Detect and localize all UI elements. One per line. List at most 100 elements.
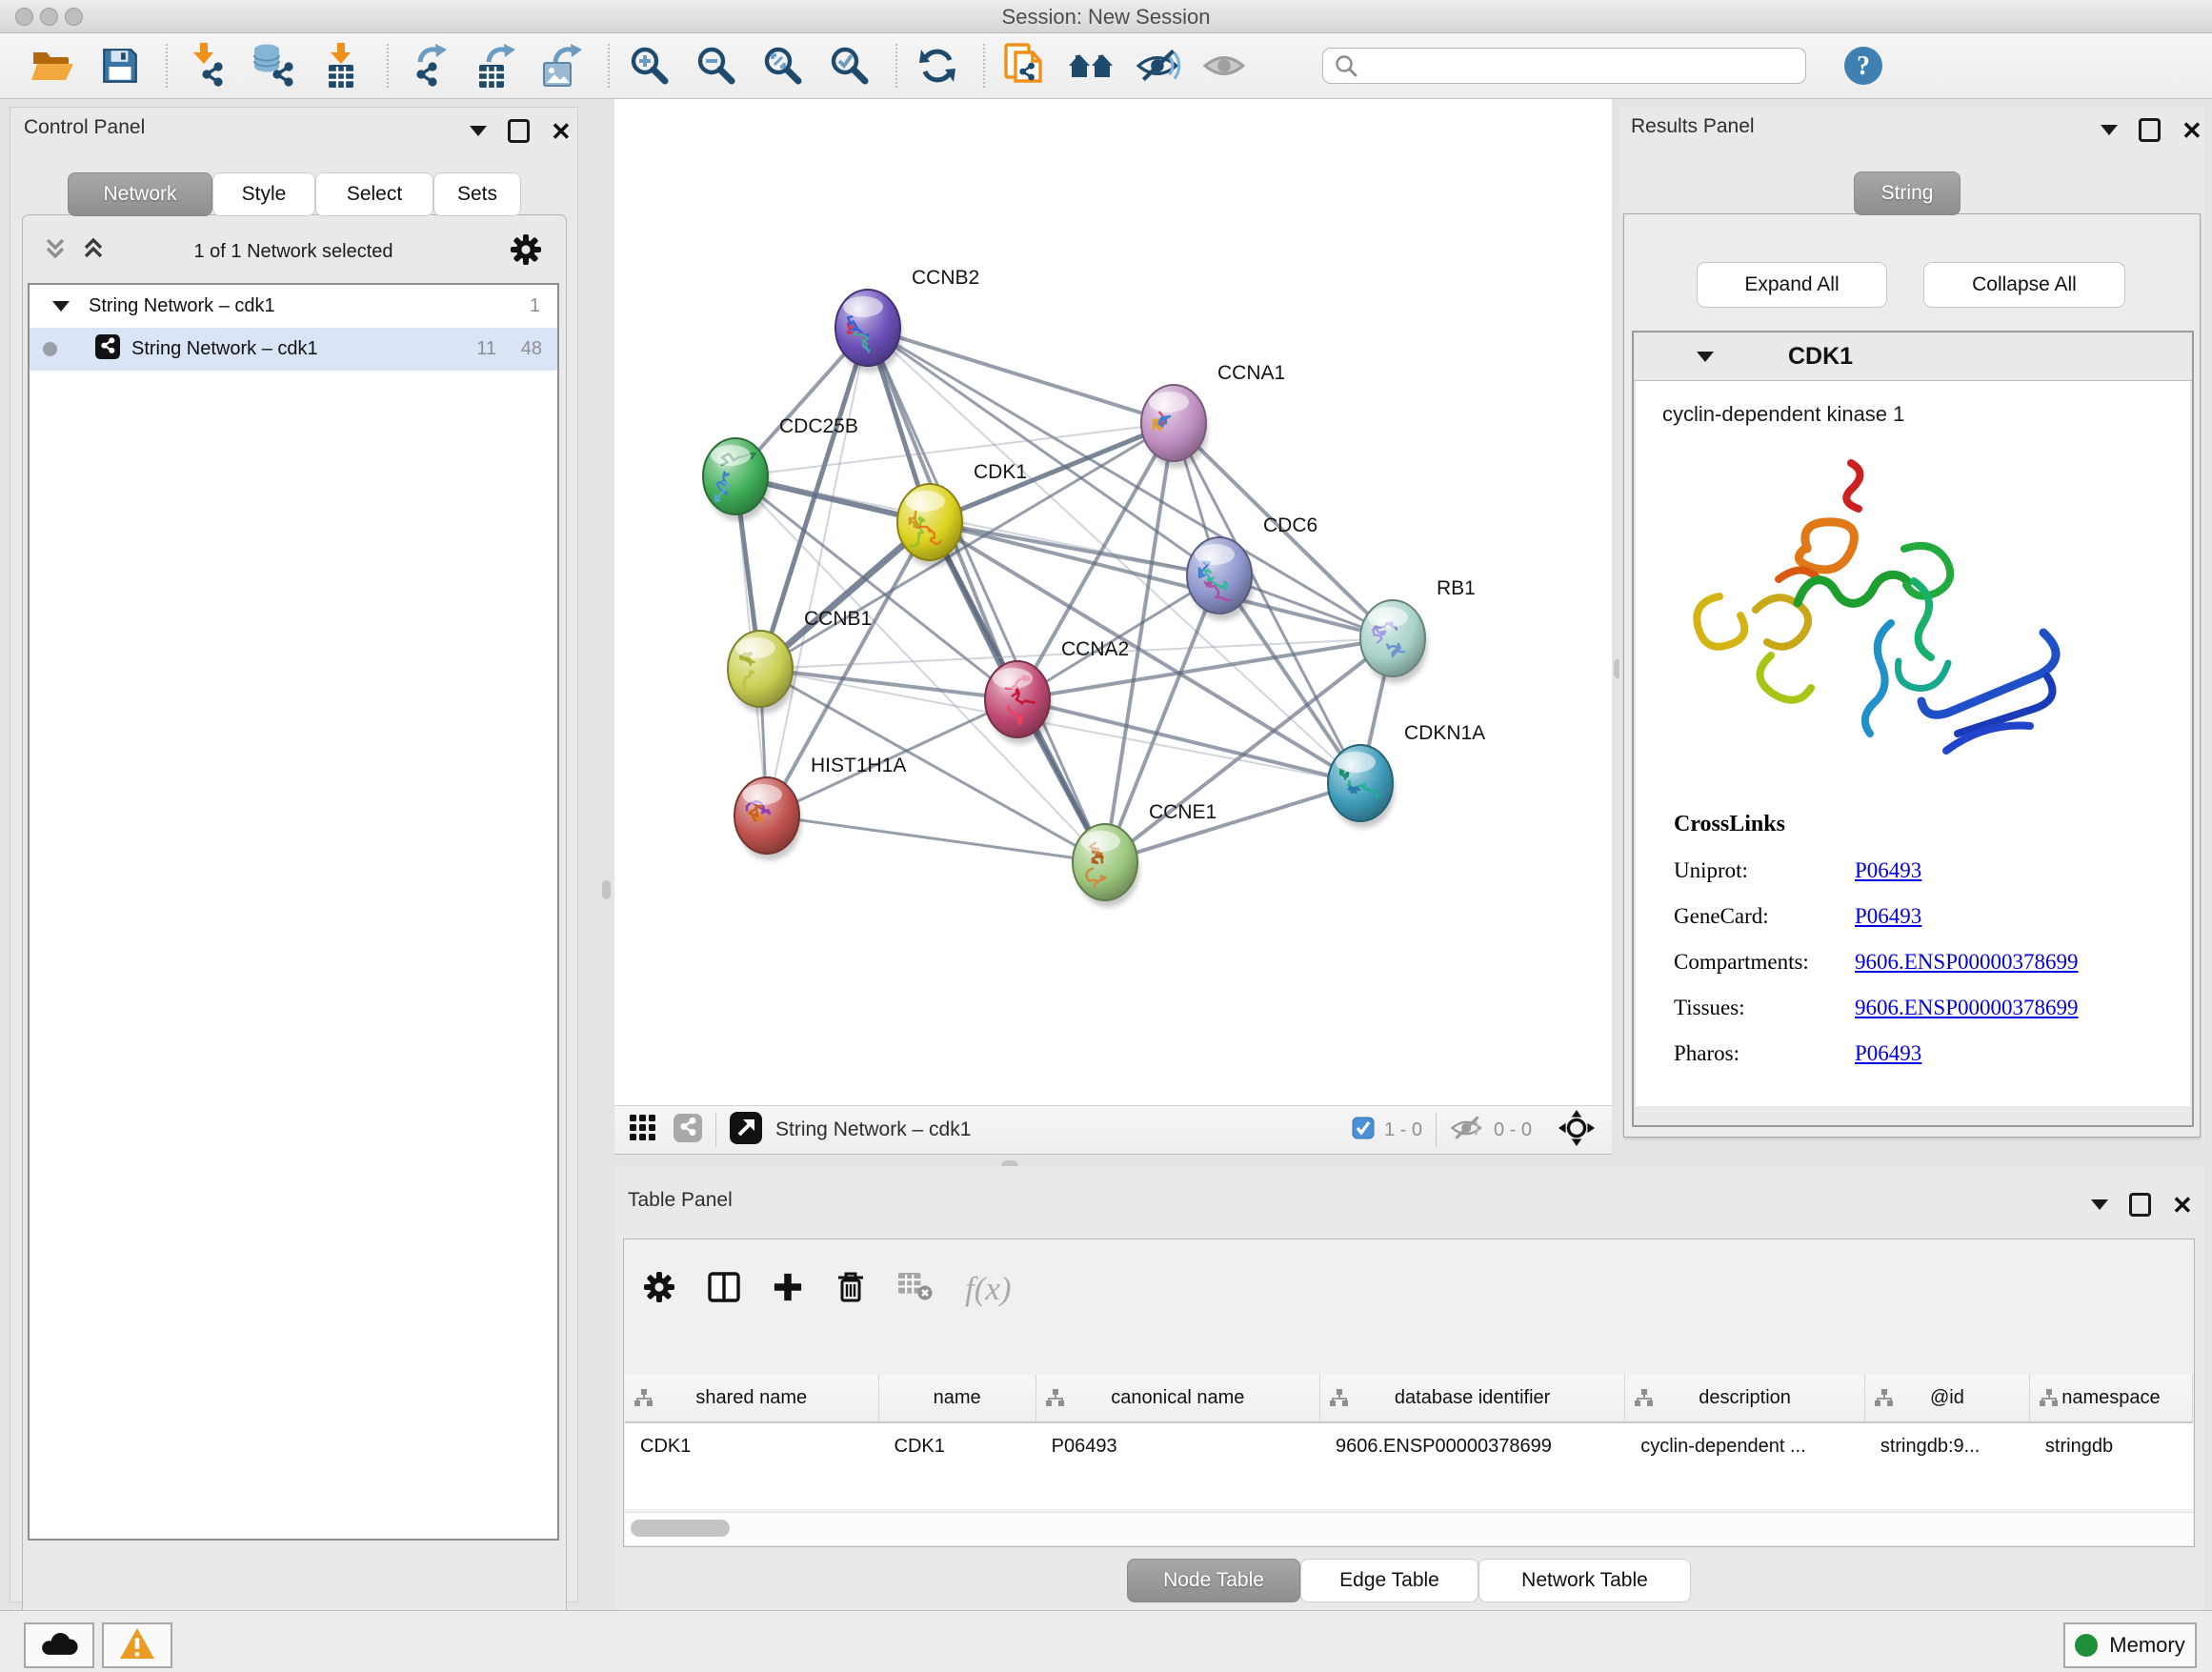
- edge-CDKN1A-CCNE1[interactable]: [1105, 783, 1360, 862]
- delete-column-icon[interactable]: [835, 1271, 866, 1308]
- edge-CCNB2-CCNA1[interactable]: [868, 328, 1174, 423]
- import-network-file-icon[interactable]: [183, 41, 232, 91]
- grid-view-icon[interactable]: [630, 1115, 656, 1146]
- expand-all-button[interactable]: Expand All: [1697, 262, 1887, 308]
- table-cell[interactable]: CDK1: [879, 1436, 1036, 1458]
- edge-CCNB1-CCNA2[interactable]: [760, 669, 1017, 699]
- column-header-shared-name[interactable]: shared name: [625, 1375, 879, 1421]
- apply-layout-icon[interactable]: [913, 41, 962, 91]
- gene-detail-content: cyclin-dependent kinase 1: [1636, 381, 2190, 1106]
- import-table-icon[interactable]: [316, 41, 366, 91]
- tab-select[interactable]: Select: [315, 172, 433, 216]
- edge-CCNB2-CCNE1[interactable]: [868, 328, 1105, 862]
- export-table-icon[interactable]: [471, 41, 520, 91]
- node-CDKN1A[interactable]: CDKN1A: [1328, 722, 1485, 828]
- memory-label: Memory: [2109, 1633, 2184, 1658]
- detach-view-icon[interactable]: [730, 1112, 762, 1149]
- tab-sets[interactable]: Sets: [433, 172, 521, 216]
- crosslink-link[interactable]: P06493: [1855, 904, 1921, 929]
- table-options-gear-icon[interactable]: [643, 1271, 675, 1308]
- save-session-icon[interactable]: [95, 41, 145, 91]
- network-view-canvas[interactable]: CCNB2CCNA1CDC25BCDK1CDC6RB1CCNB1CCNA2CDK…: [614, 99, 1612, 1105]
- column-header-description[interactable]: description: [1625, 1375, 1865, 1421]
- column-header-@id[interactable]: @id: [1865, 1375, 2030, 1421]
- export-network-icon[interactable]: [404, 41, 453, 91]
- zoom-fit-icon[interactable]: [758, 41, 808, 91]
- panel-float-icon[interactable]: [2139, 118, 2161, 142]
- warnings-button[interactable]: [102, 1622, 172, 1668]
- left-splitter-handle[interactable]: [602, 880, 611, 899]
- tab-style[interactable]: Style: [212, 172, 315, 216]
- string-network-graph[interactable]: CCNB2CCNA1CDC25BCDK1CDC6RB1CCNB1CCNA2CDK…: [614, 99, 1612, 1105]
- node-RB1[interactable]: RB1: [1360, 577, 1476, 683]
- crosslink-link[interactable]: 9606.ENSP00000378699: [1855, 996, 2079, 1020]
- tab-node-table[interactable]: Node Table: [1127, 1559, 1300, 1602]
- table-cell[interactable]: stringdb: [2030, 1436, 2193, 1458]
- help-icon[interactable]: ?: [1839, 41, 1888, 91]
- open-session-icon[interactable]: [29, 41, 78, 91]
- panel-close-icon[interactable]: ✕: [551, 122, 572, 141]
- network-view-share-icon[interactable]: [674, 1114, 702, 1147]
- edge-CCNB2-HIST1H1A[interactable]: [767, 328, 868, 816]
- tab-string[interactable]: String: [1854, 171, 1961, 215]
- panel-float-icon[interactable]: [2129, 1193, 2151, 1217]
- node-CDC25B[interactable]: CDC25B: [703, 415, 858, 521]
- import-network-database-icon[interactable]: [250, 41, 299, 91]
- edge-CCNA2-CDKN1A[interactable]: [1017, 699, 1360, 783]
- delete-table-icon-disabled: [898, 1273, 933, 1306]
- collapse-all-button[interactable]: Collapse All: [1923, 262, 2125, 308]
- gene-description: cyclin-dependent kinase 1: [1662, 402, 1904, 427]
- table-cell[interactable]: CDK1: [625, 1436, 879, 1458]
- scrollbar-thumb[interactable]: [631, 1520, 730, 1537]
- network-collection-row[interactable]: String Network – cdk1 1: [30, 285, 557, 328]
- gene-section-header[interactable]: CDK1: [1634, 332, 2192, 381]
- first-neighbors-icon[interactable]: [1067, 41, 1116, 91]
- add-column-icon[interactable]: [773, 1272, 803, 1307]
- search-input[interactable]: [1322, 48, 1806, 84]
- table-row[interactable]: CDK1CDK1P064939606.ENSP00000378699cyclin…: [625, 1423, 2193, 1469]
- table-cell[interactable]: stringdb:9...: [1865, 1436, 2030, 1458]
- network-row-selected[interactable]: String Network – cdk1 11 48: [30, 328, 557, 371]
- show-columns-icon[interactable]: [708, 1272, 740, 1307]
- table-cell[interactable]: 9606.ENSP00000378699: [1320, 1436, 1625, 1458]
- collection-expand-icon[interactable]: [52, 301, 70, 312]
- crosslink-link[interactable]: P06493: [1855, 858, 1921, 883]
- column-header-canonical-name[interactable]: canonical name: [1036, 1375, 1320, 1421]
- zoom-out-icon[interactable]: [692, 41, 741, 91]
- tab-edge-table[interactable]: Edge Table: [1300, 1559, 1478, 1602]
- column-header-database-identifier[interactable]: database identifier: [1320, 1375, 1625, 1421]
- table-horizontal-scrollbar[interactable]: [625, 1512, 2193, 1545]
- tab-network-table[interactable]: Network Table: [1478, 1559, 1691, 1602]
- hide-selected-icon[interactable]: [1134, 41, 1183, 91]
- panel-close-icon[interactable]: ✕: [2182, 121, 2202, 140]
- panel-menu-icon[interactable]: [2101, 125, 2118, 135]
- crosslink-link[interactable]: P06493: [1855, 1041, 1921, 1066]
- cloud-status-button[interactable]: [24, 1622, 94, 1668]
- gene-collapse-icon[interactable]: [1697, 352, 1714, 362]
- export-image-icon[interactable]: [537, 41, 587, 91]
- tab-network[interactable]: Network: [68, 172, 212, 216]
- string-results-box: Expand All Collapse All CDK1 cyclin-depe…: [1623, 213, 2201, 1138]
- birdseye-toggle-icon[interactable]: [1558, 1110, 1595, 1151]
- crosslink-link[interactable]: 9606.ENSP00000378699: [1855, 950, 2079, 975]
- node-CCNA1[interactable]: CCNA1: [1141, 362, 1285, 468]
- duplicate-network-icon[interactable]: [1000, 41, 1050, 91]
- table-cell[interactable]: P06493: [1036, 1436, 1320, 1458]
- panel-float-icon[interactable]: [508, 119, 530, 143]
- zoom-selected-icon[interactable]: [825, 41, 875, 91]
- column-header-namespace[interactable]: namespace: [2030, 1375, 2193, 1421]
- panel-close-icon[interactable]: ✕: [2172, 1196, 2193, 1215]
- edge-HIST1H1A-CCNE1[interactable]: [767, 816, 1105, 862]
- column-header-name[interactable]: name: [879, 1375, 1036, 1421]
- node-CCNE1[interactable]: CCNE1: [1073, 801, 1217, 907]
- memory-button[interactable]: Memory: [2063, 1622, 2197, 1668]
- network-options-gear-icon[interactable]: [510, 233, 542, 271]
- zoom-in-icon[interactable]: [625, 41, 674, 91]
- table-cell[interactable]: cyclin-dependent ...: [1625, 1436, 1865, 1458]
- edge-CCNB2-RB1[interactable]: [868, 328, 1393, 638]
- panel-menu-icon[interactable]: [2091, 1199, 2108, 1210]
- network-tree: String Network – cdk1 1 String Network –…: [28, 283, 559, 1541]
- node-HIST1H1A[interactable]: HIST1H1A: [734, 755, 906, 860]
- panel-menu-icon[interactable]: [470, 126, 487, 136]
- selected-checkbox-icon[interactable]: [1352, 1117, 1375, 1144]
